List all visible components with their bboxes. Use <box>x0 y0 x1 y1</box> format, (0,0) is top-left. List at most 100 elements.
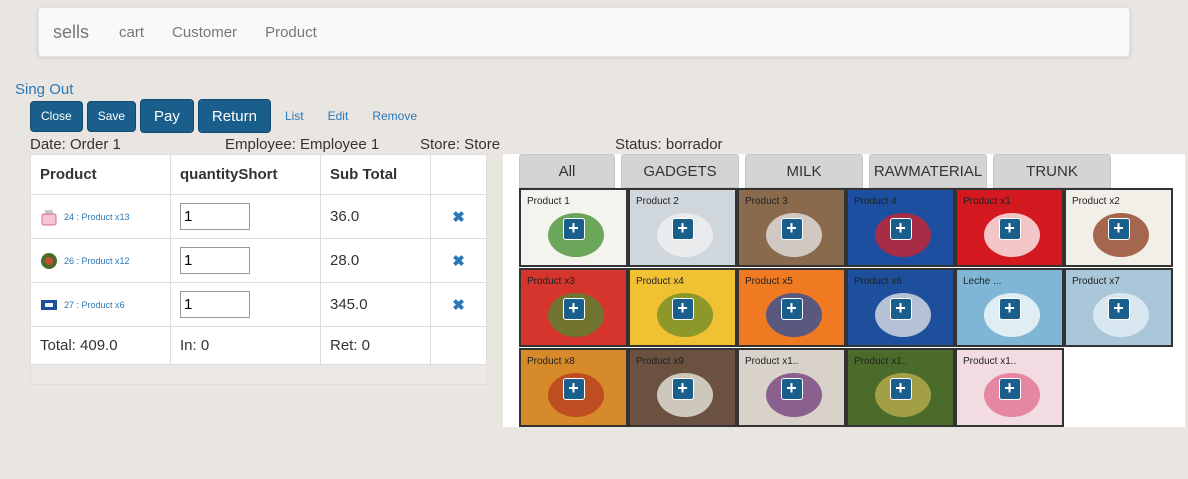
add-product-icon[interactable]: + <box>1107 217 1130 240</box>
tab-trunk[interactable]: TRUNK <box>993 154 1111 188</box>
product-tile[interactable]: Product x1.. + <box>955 348 1064 427</box>
header-subtotal: Sub Total <box>320 154 431 195</box>
add-product-icon[interactable]: + <box>780 217 803 240</box>
add-product-icon[interactable]: + <box>889 377 912 400</box>
add-product-icon[interactable]: + <box>998 217 1021 240</box>
product-tile[interactable]: Product x1.. + <box>737 348 846 427</box>
remove-line-icon[interactable]: ✖ <box>440 296 477 314</box>
add-product-icon[interactable]: + <box>998 297 1021 320</box>
cookies-thumbnail <box>41 299 57 310</box>
remove-line-icon[interactable]: ✖ <box>440 252 477 270</box>
add-product-icon[interactable]: + <box>780 377 803 400</box>
product-tile[interactable]: Product 3 + <box>737 188 846 267</box>
add-product-icon[interactable]: + <box>671 297 694 320</box>
product-name: Product x6 <box>854 276 902 287</box>
add-product-icon[interactable]: + <box>1107 297 1130 320</box>
product-name: Product x3 <box>527 276 575 287</box>
product-name: Leche ... <box>963 276 1002 287</box>
add-product-icon[interactable]: + <box>562 297 585 320</box>
add-product-icon[interactable]: + <box>889 217 912 240</box>
remove-line-icon[interactable]: ✖ <box>440 208 477 226</box>
product-name: Product x7 <box>1072 276 1120 287</box>
product-tile[interactable]: Product x2 + <box>1064 188 1173 267</box>
quantity-input[interactable] <box>180 291 250 318</box>
sign-out-link[interactable]: Sing Out <box>15 81 73 98</box>
table-row: 24 : Product x13 36.0 ✖ <box>30 194 487 239</box>
add-product-icon[interactable]: + <box>562 377 585 400</box>
quantity-input[interactable] <box>180 247 250 274</box>
order-ret: Ret: 0 <box>320 326 431 365</box>
table-footer <box>30 364 487 385</box>
tab-gadgets[interactable]: GADGETS <box>621 154 739 188</box>
product-name: Product x5 <box>745 276 793 287</box>
product-tile[interactable]: Product x1.. + <box>846 348 955 427</box>
order-store: Store: Store <box>420 136 501 153</box>
line-subtotal: 345.0 <box>320 282 431 327</box>
perfume-thumbnail <box>41 209 57 225</box>
quantity-input[interactable] <box>180 203 250 230</box>
remove-link[interactable]: Remove <box>372 109 417 123</box>
pay-button[interactable]: Pay <box>140 99 194 133</box>
order-line-product-link[interactable]: 26 : Product x12 <box>64 256 130 266</box>
product-name: Product 2 <box>636 196 679 207</box>
order-in: In: 0 <box>170 326 321 365</box>
product-tile[interactable]: Product x6 + <box>846 268 955 347</box>
product-tile[interactable]: Leche ... + <box>955 268 1064 347</box>
table-header-row: Product quantityShort Sub Total <box>30 154 487 195</box>
order-line-product-link[interactable]: 24 : Product x13 <box>64 212 130 222</box>
header-quantity: quantityShort <box>170 154 321 195</box>
nav-link-customer[interactable]: Customer <box>172 24 237 41</box>
order-employee: Employee: Employee 1 <box>225 136 380 153</box>
nav-link-cart[interactable]: cart <box>119 24 144 41</box>
product-name: Product x4 <box>636 276 684 287</box>
order-date: Date: Order 1 <box>30 136 121 153</box>
category-tabs: All GADGETS MILK RAWMATERIAL TRUNK <box>519 154 1117 188</box>
table-row: 27 : Product x6 345.0 ✖ <box>30 282 487 327</box>
product-tile[interactable]: Product 2 + <box>628 188 737 267</box>
product-tile[interactable]: Product x9 + <box>628 348 737 427</box>
order-total: Total: 409.0 <box>30 326 171 365</box>
tab-all[interactable]: All <box>519 154 615 188</box>
product-tile[interactable]: Product x4 + <box>628 268 737 347</box>
product-tile[interactable]: Product 1 + <box>519 188 628 267</box>
nav-link-product[interactable]: Product <box>265 24 317 41</box>
line-subtotal: 36.0 <box>320 194 431 239</box>
line-subtotal: 28.0 <box>320 238 431 283</box>
product-name: Product x1 <box>963 196 1011 207</box>
order-line-product-link[interactable]: 27 : Product x6 <box>64 300 125 310</box>
tab-milk[interactable]: MILK <box>745 154 863 188</box>
header-product: Product <box>30 154 171 195</box>
product-name: Product x8 <box>527 356 575 367</box>
tin-thumbnail <box>41 252 57 269</box>
add-product-icon[interactable]: + <box>998 377 1021 400</box>
order-lines-table: Product quantityShort Sub Total 24 : Pro… <box>30 154 487 385</box>
product-tile[interactable]: Product x1 + <box>955 188 1064 267</box>
product-grid: Product 1 + Product 2 + Product 3 + Product 4 +… <box>519 188 1173 427</box>
product-name: Product x1.. <box>963 356 1017 367</box>
header-actions <box>430 154 487 195</box>
product-name: Product x1.. <box>854 356 908 367</box>
add-product-icon[interactable]: + <box>671 377 694 400</box>
product-name: Product 1 <box>527 196 570 207</box>
product-name: Product x9 <box>636 356 684 367</box>
product-tile[interactable]: Product x3 + <box>519 268 628 347</box>
navbar: sells cart Customer Product <box>38 7 1130 57</box>
product-tile[interactable]: Product 4 + <box>846 188 955 267</box>
totals-empty-cell <box>430 326 487 365</box>
product-tile[interactable]: Product x7 + <box>1064 268 1173 347</box>
product-catalog: All GADGETS MILK RAWMATERIAL TRUNK Produ… <box>503 154 1185 427</box>
tab-rawmaterial[interactable]: RAWMATERIAL <box>869 154 987 188</box>
add-product-icon[interactable]: + <box>562 217 585 240</box>
list-link[interactable]: List <box>285 109 304 123</box>
product-tile[interactable]: Product x8 + <box>519 348 628 427</box>
product-name: Product x1.. <box>745 356 799 367</box>
add-product-icon[interactable]: + <box>889 297 912 320</box>
save-button[interactable]: Save <box>86 100 137 132</box>
add-product-icon[interactable]: + <box>780 297 803 320</box>
edit-link[interactable]: Edit <box>328 109 349 123</box>
add-product-icon[interactable]: + <box>671 217 694 240</box>
close-button[interactable]: Close <box>30 100 83 132</box>
product-tile[interactable]: Product x5 + <box>737 268 846 347</box>
return-button[interactable]: Return <box>197 99 271 133</box>
navbar-brand[interactable]: sells <box>53 22 89 43</box>
